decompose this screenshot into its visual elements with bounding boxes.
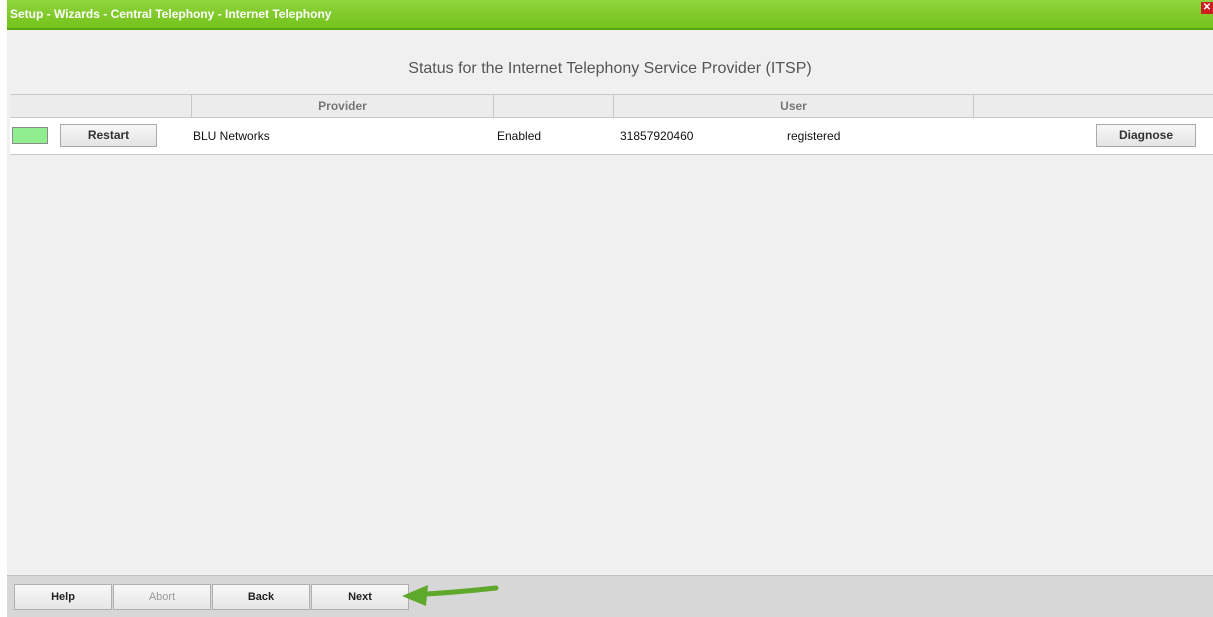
user-number: 31857920460 bbox=[620, 129, 694, 143]
abort-button[interactable]: Abort bbox=[113, 584, 211, 610]
page-title: Status for the Internet Telephony Servic… bbox=[408, 60, 812, 77]
back-button[interactable]: Back bbox=[212, 584, 310, 610]
next-button[interactable]: Next bbox=[311, 584, 409, 610]
provider-state: Enabled bbox=[497, 129, 542, 143]
column-header-user: User bbox=[613, 95, 973, 118]
diagnose-button[interactable]: Diagnose bbox=[1096, 124, 1196, 147]
help-button[interactable]: Help bbox=[14, 584, 112, 610]
status-indicator bbox=[12, 127, 48, 144]
column-header-provider: Provider bbox=[191, 95, 493, 118]
table-header: Provider User bbox=[10, 94, 1213, 118]
column-header-state bbox=[493, 95, 613, 118]
column-header-actions bbox=[973, 95, 1213, 118]
arrow-pointer-icon bbox=[402, 585, 499, 606]
close-icon[interactable]: ✕ bbox=[1201, 2, 1213, 14]
column-header-status bbox=[10, 95, 191, 118]
provider-name: BLU Networks bbox=[193, 129, 270, 143]
wizard-footer: Help Abort Back Next bbox=[7, 575, 1213, 617]
restart-button[interactable]: Restart bbox=[60, 124, 157, 147]
registration-status: registered bbox=[787, 129, 841, 143]
itsp-status-table: Provider User Restart BLU Networks Enabl… bbox=[10, 94, 1213, 155]
window-title: Setup - Wizards - Central Telephony - In… bbox=[10, 7, 332, 21]
title-bar: Setup - Wizards - Central Telephony - In… bbox=[7, 0, 1213, 30]
table-row: Restart BLU Networks Enabled 31857920460… bbox=[10, 118, 1213, 155]
wizard-window: Setup - Wizards - Central Telephony - In… bbox=[7, 0, 1213, 617]
